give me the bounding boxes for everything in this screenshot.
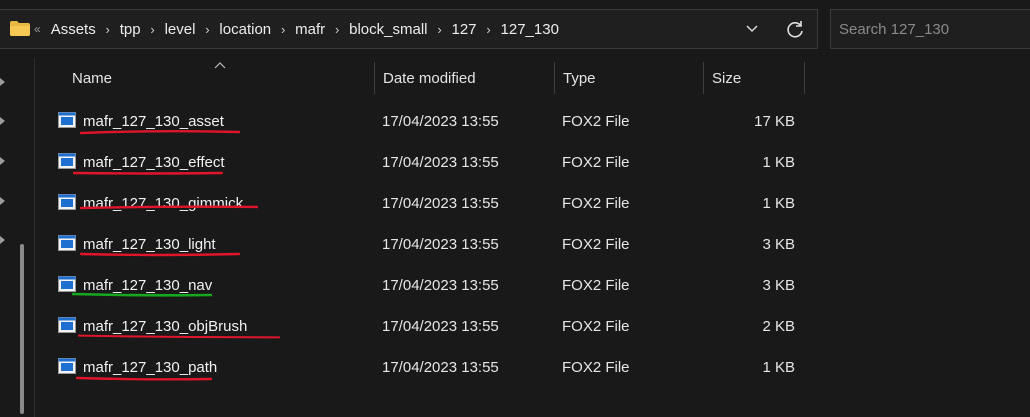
breadcrumb-separator-icon[interactable]: ›	[195, 22, 219, 37]
file-row[interactable]: mafr_127_130_nav 17/04/2023 13:55 FOX2 F…	[40, 266, 810, 304]
breadcrumb-separator-icon[interactable]: ›	[325, 22, 349, 37]
file-icon	[58, 112, 76, 128]
breadcrumb-item-mafr[interactable]: mafr	[295, 21, 325, 38]
search-input[interactable]	[831, 10, 1030, 48]
red-underline-annotation	[80, 252, 240, 257]
file-date-modified: 17/04/2023 13:55	[382, 153, 499, 171]
column-divider[interactable]	[554, 62, 555, 94]
breadcrumb: « Assets › tpp › level › location › mafr…	[34, 10, 559, 48]
expand-arrow-icon[interactable]	[0, 236, 5, 244]
column-header-type[interactable]: Type	[563, 62, 596, 94]
file-row[interactable]: mafr_127_130_path 17/04/2023 13:55 FOX2 …	[40, 348, 810, 386]
red-underline-annotation	[78, 334, 280, 339]
file-date-modified: 17/04/2023 13:55	[382, 194, 499, 212]
file-icon	[58, 153, 76, 169]
pane-divider[interactable]	[34, 58, 35, 417]
column-divider[interactable]	[374, 62, 375, 94]
file-size: 3 KB	[762, 276, 795, 294]
file-type: FOX2 File	[562, 235, 630, 253]
column-divider[interactable]	[703, 62, 704, 94]
file-icon	[58, 235, 76, 251]
navigation-pane[interactable]	[0, 58, 34, 417]
column-divider[interactable]	[804, 62, 805, 94]
breadcrumb-separator-icon[interactable]: ›	[271, 22, 295, 37]
search-box[interactable]	[830, 9, 1030, 49]
file-row[interactable]: mafr_127_130_effect 17/04/2023 13:55 FOX…	[40, 143, 810, 181]
breadcrumb-separator-icon[interactable]: ›	[141, 22, 165, 37]
expand-arrow-icon[interactable]	[0, 117, 5, 125]
column-header-size[interactable]: Size	[712, 62, 741, 94]
file-date-modified: 17/04/2023 13:55	[382, 358, 499, 376]
file-type: FOX2 File	[562, 112, 630, 130]
file-size: 2 KB	[762, 317, 795, 335]
file-size: 17 KB	[754, 112, 795, 130]
refresh-icon[interactable]	[784, 18, 806, 40]
sort-ascending-icon	[214, 62, 226, 69]
file-date-modified: 17/04/2023 13:55	[382, 276, 499, 294]
file-date-modified: 17/04/2023 13:55	[382, 112, 499, 130]
folder-icon	[10, 21, 30, 36]
file-type: FOX2 File	[562, 317, 630, 335]
file-type: FOX2 File	[562, 194, 630, 212]
breadcrumb-separator-icon[interactable]: ›	[428, 22, 452, 37]
file-row[interactable]: mafr_127_130_asset 17/04/2023 13:55 FOX2…	[40, 102, 810, 140]
file-size: 1 KB	[762, 358, 795, 376]
file-row[interactable]: mafr_127_130_objBrush 17/04/2023 13:55 F…	[40, 307, 810, 345]
column-header-name[interactable]: Name	[72, 62, 112, 94]
red-underline-annotation	[80, 205, 258, 210]
file-type: FOX2 File	[562, 358, 630, 376]
address-bar[interactable]: « Assets › tpp › level › location › mafr…	[0, 9, 818, 49]
file-icon	[58, 194, 76, 210]
expand-arrow-icon[interactable]	[0, 157, 5, 165]
file-row[interactable]: mafr_127_130_gimmick 17/04/2023 13:55 FO…	[40, 184, 810, 222]
file-size: 1 KB	[762, 153, 795, 171]
breadcrumb-item-level[interactable]: level	[165, 21, 196, 38]
file-icon	[58, 358, 76, 374]
file-row[interactable]: mafr_127_130_light 17/04/2023 13:55 FOX2…	[40, 225, 810, 263]
file-name[interactable]: mafr_127_130_light	[83, 225, 216, 263]
file-icon	[58, 317, 76, 333]
breadcrumb-item-location[interactable]: location	[219, 21, 271, 38]
breadcrumb-item-block-small[interactable]: block_small	[349, 21, 427, 38]
file-type: FOX2 File	[562, 276, 630, 294]
green-underline-annotation	[72, 292, 212, 297]
expand-arrow-icon[interactable]	[0, 197, 5, 205]
breadcrumb-overflow-button[interactable]: «	[34, 22, 41, 36]
navigation-scrollbar[interactable]	[20, 244, 24, 414]
file-size: 1 KB	[762, 194, 795, 212]
red-underline-annotation	[73, 171, 223, 175]
breadcrumb-separator-icon[interactable]: ›	[96, 22, 120, 37]
red-underline-annotation	[80, 130, 240, 135]
file-size: 3 KB	[762, 235, 795, 253]
breadcrumb-separator-icon[interactable]: ›	[477, 22, 501, 37]
chevron-down-icon[interactable]	[744, 20, 760, 36]
file-name[interactable]: mafr_127_130_gimmick	[83, 184, 243, 222]
breadcrumb-item-127-130[interactable]: 127_130	[501, 21, 559, 38]
breadcrumb-item-tpp[interactable]: tpp	[120, 21, 141, 38]
breadcrumb-item-127[interactable]: 127	[452, 21, 477, 38]
file-icon	[58, 276, 76, 292]
column-header-date-modified[interactable]: Date modified	[383, 62, 476, 94]
file-name[interactable]: mafr_127_130_nav	[83, 266, 212, 304]
file-type: FOX2 File	[562, 153, 630, 171]
file-date-modified: 17/04/2023 13:55	[382, 235, 499, 253]
file-date-modified: 17/04/2023 13:55	[382, 317, 499, 335]
file-name[interactable]: mafr_127_130_objBrush	[83, 307, 247, 345]
red-underline-annotation	[76, 376, 212, 381]
breadcrumb-item-assets[interactable]: Assets	[51, 21, 96, 38]
expand-arrow-icon[interactable]	[0, 78, 5, 86]
